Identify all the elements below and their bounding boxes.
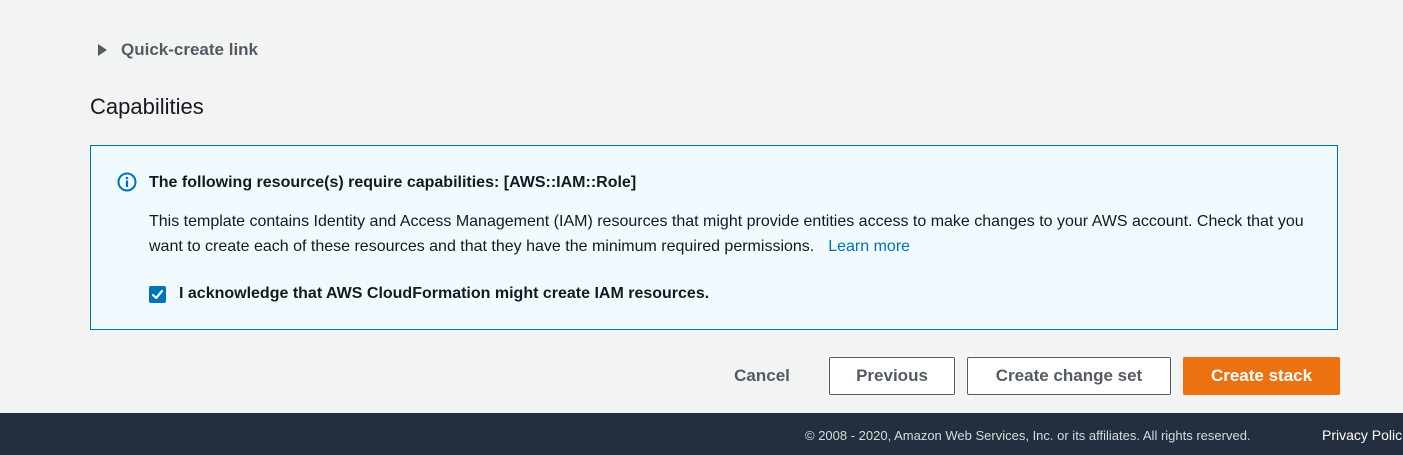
cancel-button[interactable]: Cancel bbox=[722, 357, 802, 395]
caret-right-icon bbox=[98, 44, 107, 56]
quick-create-link-label: Quick-create link bbox=[121, 40, 259, 59]
previous-button[interactable]: Previous bbox=[829, 357, 955, 395]
quick-create-link-toggle[interactable]: Quick-create link bbox=[98, 40, 258, 60]
info-icon bbox=[117, 172, 137, 192]
checkmark-icon bbox=[151, 289, 164, 299]
capabilities-heading: Capabilities bbox=[90, 94, 204, 119]
alert-body: This template contains Identity and Acce… bbox=[149, 209, 1319, 259]
capabilities-alert: The following resource(s) require capabi… bbox=[90, 145, 1338, 330]
create-change-set-button[interactable]: Create change set bbox=[967, 357, 1171, 395]
footer: © 2008 - 2020, Amazon Web Services, Inc.… bbox=[0, 413, 1403, 455]
learn-more-link[interactable]: Learn more bbox=[828, 238, 910, 255]
create-stack-button[interactable]: Create stack bbox=[1183, 357, 1340, 395]
alert-title: The following resource(s) require capabi… bbox=[149, 174, 637, 191]
alert-body-text: This template contains Identity and Acce… bbox=[149, 213, 1304, 255]
acknowledge-checkbox[interactable] bbox=[149, 285, 166, 303]
acknowledge-row: I acknowledge that AWS CloudFormation mi… bbox=[149, 285, 709, 303]
privacy-policy-link[interactable]: Privacy Polic bbox=[1322, 427, 1402, 443]
copyright-text: © 2008 - 2020, Amazon Web Services, Inc.… bbox=[805, 428, 1251, 443]
acknowledge-label[interactable]: I acknowledge that AWS CloudFormation mi… bbox=[179, 285, 709, 303]
page: Quick-create link Capabilities The follo… bbox=[0, 0, 1403, 455]
